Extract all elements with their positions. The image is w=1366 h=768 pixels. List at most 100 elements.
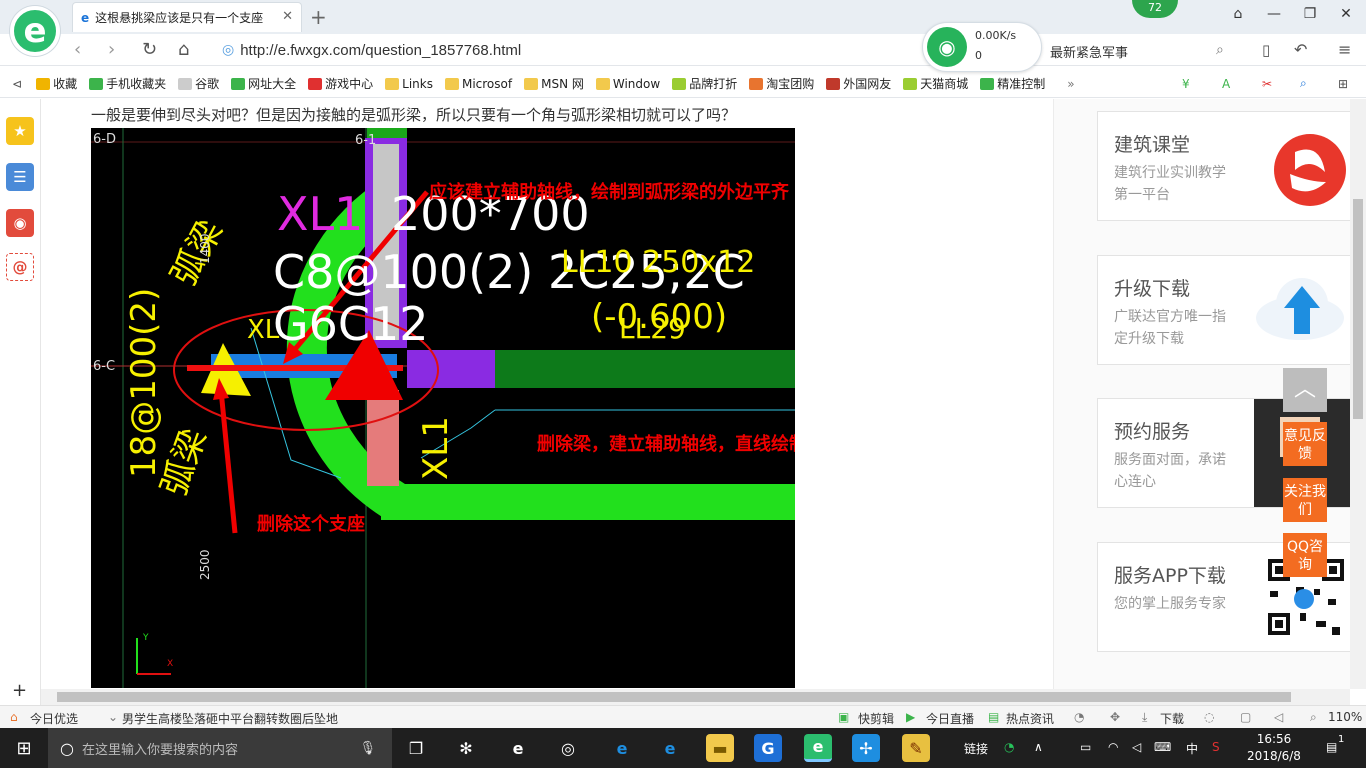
restore-button[interactable]: ❐: [1298, 6, 1322, 22]
bookmark-item[interactable]: Links: [385, 77, 433, 91]
qq-consult-button[interactable]: QQ咨询: [1283, 533, 1327, 577]
browser-taskbar-icon[interactable]: e: [804, 734, 832, 762]
edge-icon[interactable]: e: [608, 734, 636, 762]
volume-icon[interactable]: ◁: [1132, 740, 1141, 754]
label-xl1-vertical: XL1: [416, 416, 456, 480]
card-title: 建筑课堂: [1114, 134, 1191, 156]
bookmark-item[interactable]: 网址大全: [231, 75, 296, 92]
shirt-icon[interactable]: ⌂: [1226, 6, 1250, 22]
bookmark-item[interactable]: MSN 网: [524, 75, 584, 92]
clock-time: 16:56: [1256, 732, 1292, 746]
battery-icon[interactable]: ▭: [1080, 740, 1091, 754]
bookmark-item[interactable]: 谷歌: [178, 75, 219, 92]
reader-icon[interactable]: ☰: [6, 163, 34, 191]
quickcut-link[interactable]: 快剪辑: [858, 710, 894, 727]
bookmark-item[interactable]: 收藏: [36, 75, 77, 92]
bookmark-item[interactable]: 品牌打折: [672, 75, 737, 92]
swirl-app-icon[interactable]: ◎: [554, 734, 582, 762]
browser-logo[interactable]: e: [10, 6, 60, 56]
weibo-icon[interactable]: ◉: [6, 209, 34, 237]
undo-icon[interactable]: ↶: [1294, 40, 1307, 59]
ime-indicator[interactable]: 中: [1186, 740, 1198, 757]
notification-badge[interactable]: 72: [1132, 0, 1178, 18]
bookmark-item[interactable]: 淘宝团购: [749, 75, 814, 92]
bookmark-item[interactable]: 天猫商城: [903, 75, 968, 92]
translate-icon[interactable]: A: [1222, 77, 1230, 91]
follow-us-button[interactable]: 关注我们: [1283, 478, 1327, 522]
back-to-top-button[interactable]: ︿: [1283, 368, 1327, 412]
menu-icon[interactable]: ≡: [1338, 40, 1351, 59]
refresh-button[interactable]: ↻: [142, 39, 157, 60]
mail-icon[interactable]: @: [6, 253, 34, 281]
favorites-star-icon[interactable]: ★: [6, 117, 34, 145]
bookmark-item[interactable]: Microsof: [444, 77, 512, 91]
search-hint[interactable]: 最新紧急军事: [1050, 42, 1128, 61]
network-widget[interactable]: ◉ 0.00K/s 0: [922, 22, 1042, 72]
download-link[interactable]: 下载: [1160, 710, 1184, 727]
notification-icon[interactable]: ▤: [1326, 740, 1337, 754]
phone-icon[interactable]: ▯: [1262, 41, 1270, 59]
taskbar-search[interactable]: ○ 在这里输入你要搜索的内容 🎙: [48, 728, 392, 768]
scroll-thumb[interactable]: [57, 692, 1291, 702]
today-picks[interactable]: 今日优选: [30, 710, 78, 727]
more-bookmarks-icon[interactable]: »: [1067, 77, 1074, 91]
browser-tab[interactable]: e 这根悬挑梁应该是只有一个支座 ✕: [72, 2, 302, 32]
tab-close-icon[interactable]: ✕: [282, 9, 293, 24]
tools-icon[interactable]: ✥: [1110, 710, 1120, 724]
pinwheel-icon[interactable]: ✢: [852, 734, 880, 762]
live-link[interactable]: 今日直播: [926, 710, 974, 727]
keyboard-icon[interactable]: ⌨: [1154, 740, 1171, 754]
hotnews-link[interactable]: 热点资讯: [1006, 710, 1054, 727]
tray-up-icon[interactable]: ∧: [1034, 740, 1043, 754]
zoom-level[interactable]: 110%: [1328, 710, 1362, 724]
bookmark-item[interactable]: 游戏中心: [308, 75, 373, 92]
windows-start-icon[interactable]: ⊞: [0, 728, 48, 768]
system-clock[interactable]: 16:56 2018/6/8: [1244, 731, 1304, 765]
horizontal-scrollbar[interactable]: [41, 689, 1350, 705]
task-view-icon[interactable]: ❐: [402, 734, 430, 762]
speed-icon[interactable]: ◔: [1074, 710, 1084, 724]
yen-icon[interactable]: ¥: [1182, 77, 1190, 91]
sound-icon[interactable]: ◁: [1274, 710, 1283, 724]
microphone-icon[interactable]: 🎙: [359, 741, 376, 756]
forward-button[interactable]: ›: [108, 39, 115, 60]
tray-link[interactable]: 链接: [964, 740, 988, 757]
vertical-scrollbar[interactable]: [1350, 99, 1366, 689]
ie-blue-icon[interactable]: e: [656, 734, 684, 762]
bookmark-item[interactable]: 精准控制: [980, 75, 1045, 92]
grid-icon[interactable]: ⊞: [1338, 77, 1348, 91]
notepad-icon[interactable]: ✎: [902, 734, 930, 762]
close-window-button[interactable]: ✕: [1334, 6, 1358, 22]
back-button[interactable]: ‹: [74, 39, 81, 60]
add-sidebar-icon[interactable]: +: [12, 680, 27, 701]
card-course[interactable]: 建筑课堂 建筑行业实训教学第一平台: [1097, 111, 1351, 221]
bookmark-item[interactable]: 手机收藏夹: [89, 75, 166, 92]
window-icon[interactable]: ▢: [1240, 710, 1251, 724]
magnifier-icon[interactable]: ⌕: [1300, 76, 1307, 91]
zoom-icon: ⌕: [1310, 710, 1317, 724]
network-icon[interactable]: ◠: [1108, 740, 1118, 754]
scissors-icon[interactable]: ✂: [1262, 77, 1272, 91]
cad-drawing: Y X 6-D 6-1 6-C XL1 200*700 C8@100(2) 2C…: [91, 128, 795, 688]
scroll-thumb[interactable]: [1353, 199, 1363, 419]
sogou-icon[interactable]: S: [1212, 740, 1220, 754]
minimize-button[interactable]: —: [1262, 6, 1286, 22]
glodon-icon[interactable]: G: [754, 734, 782, 762]
card-upgrade[interactable]: 升级下载 广联达官方唯一指定升级下载: [1097, 255, 1351, 365]
news-ticker[interactable]: 男学生高楼坠落砸中平台翻转数圈后坠地: [122, 710, 338, 727]
bookmark-item[interactable]: 外国网友: [826, 75, 891, 92]
axis-6d: 6-D: [93, 132, 116, 147]
new-tab-button[interactable]: +: [310, 5, 327, 29]
ie-taskbar-icon[interactable]: e: [504, 734, 532, 762]
clean-icon[interactable]: ◌: [1204, 710, 1214, 724]
home-button[interactable]: ⌂: [178, 39, 189, 60]
feedback-button[interactable]: 意见反馈: [1283, 422, 1327, 466]
address-bar[interactable]: ◎ http://e.fwxgx.com/question_1857768.ht…: [222, 38, 922, 62]
wifi-tray-icon[interactable]: ◔: [1004, 740, 1014, 754]
chevron-down-icon[interactable]: ⌄: [108, 710, 118, 724]
fan-app-icon[interactable]: ✻: [452, 734, 480, 762]
file-explorer-icon[interactable]: ▬: [706, 734, 734, 762]
search-icon[interactable]: ⌕: [1216, 42, 1224, 58]
collapse-sidebar-icon[interactable]: ⊲: [12, 77, 22, 91]
bookmark-item[interactable]: Window: [595, 77, 660, 91]
